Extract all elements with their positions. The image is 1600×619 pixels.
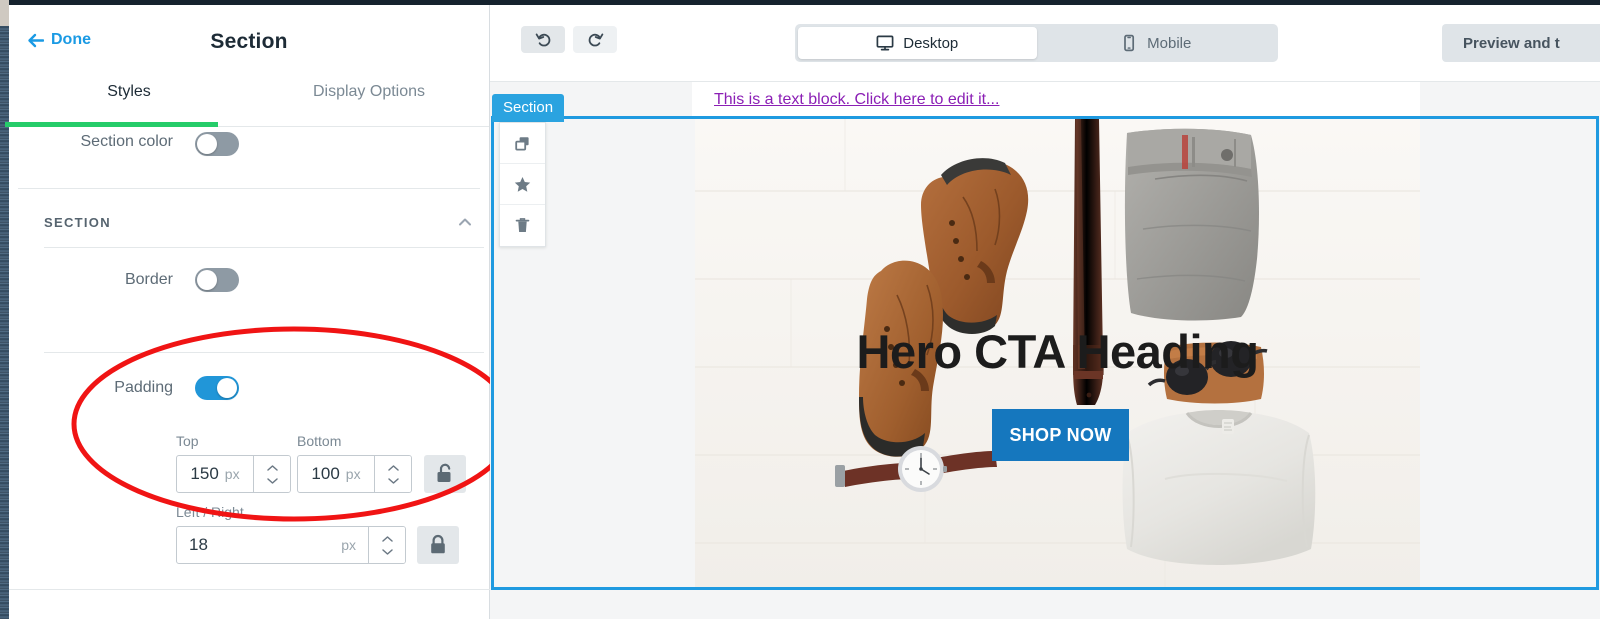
padding-bottom-stepper[interactable]: 100 px [297,455,412,493]
tab-styles[interactable]: Styles [9,80,249,127]
section-badge[interactable]: Section [492,94,565,122]
device-option-desktop[interactable]: Desktop [798,27,1037,59]
padding-top-label: Top [176,433,199,449]
border-label: Border [124,271,173,288]
trousers [1124,128,1259,321]
padding-label: Padding [114,379,173,396]
section-float-toolbar [499,122,546,247]
hero-heading[interactable]: Hero CTA Heading [695,324,1420,379]
delete-section-button[interactable] [500,205,545,246]
padding-bottom-value: 100 [311,464,340,483]
editor-toolbar: Desktop Mobile Preview and t [490,5,1600,82]
border-toggle[interactable] [195,268,239,292]
device-option-mobile-label: Mobile [1147,34,1192,52]
page-canvas: This is a text block. Click here to edit… [490,82,1600,619]
section-color-toggle[interactable] [195,132,239,156]
device-option-mobile[interactable]: Mobile [1037,27,1276,59]
padding-left-right-label: Left / Right [176,504,244,520]
padding-top-input[interactable]: 150 px [177,456,253,492]
divider [9,589,490,590]
trash-icon [515,218,530,232]
phone-icon [1124,34,1135,52]
favorite-section-button[interactable] [500,164,545,205]
chevron-down-icon[interactable] [266,477,279,485]
monitor-icon [876,35,894,51]
padding-top-stepper[interactable]: 150 px [176,455,291,493]
preview-and-test-button[interactable]: Preview and t [1442,24,1600,62]
padding-left-right-lock-button[interactable] [417,526,459,564]
active-tab-indicator [5,122,218,127]
redo-button[interactable] [573,26,617,53]
section-group-title: SECTION [44,214,111,230]
toggle-knob [197,134,217,154]
padding-bottom-label: Bottom [297,433,342,449]
hero-cta-label: SHOP NOW [1009,424,1112,445]
toggle-knob [197,270,217,290]
padding-bottom-unit: px [345,466,361,482]
section-settings-panel: Done Section Styles Display Options Sect… [5,5,517,619]
undo-icon [535,33,550,47]
star-icon [514,176,531,192]
hero-cta-button[interactable]: SHOP NOW [992,409,1129,461]
padding-top-value: 150 [190,464,219,483]
chevron-down-icon[interactable] [387,477,400,485]
unlock-icon [437,463,451,482]
padding-left-right-unit: px [341,537,356,553]
padding-bottom-input[interactable]: 100 px [298,456,374,492]
divider [44,247,484,248]
padding-top-unit: px [224,466,240,482]
tab-display-options-label: Display Options [312,83,426,100]
duplicate-icon [515,136,529,150]
padding-top-spinner[interactable] [253,456,290,492]
chevron-up-icon[interactable] [456,213,474,231]
page-title: Section [210,30,288,53]
hero-image-block[interactable]: Hero CTA Heading SHOP NOW [695,119,1420,587]
duplicate-section-button[interactable] [500,123,545,164]
panel-tabs: Styles Display Options [5,80,489,127]
padding-left-right-spinner[interactable] [368,527,405,563]
text-block-link[interactable]: This is a text block. Click here to edit… [714,91,999,109]
padding-top-bottom-lock-button[interactable] [424,455,466,493]
redo-icon [588,33,603,47]
undo-button[interactable] [521,26,565,53]
panel-header: Done Section [9,5,489,80]
desktop-wallpaper-edge [0,0,9,619]
page-editor: Desktop Mobile Preview and t This is a t… [490,5,1600,619]
divider [44,352,484,353]
divider [18,188,480,189]
preview-and-test-label: Preview and t [1463,34,1560,52]
undo-redo-group [521,26,617,53]
chevron-up-icon[interactable] [266,464,279,472]
tshirt [1122,410,1316,565]
padding-bottom-spinner[interactable] [374,456,411,492]
padding-left-right-stepper[interactable]: 18 px [176,526,406,564]
chevron-down-icon[interactable] [381,548,394,556]
chevron-up-icon[interactable] [387,464,400,472]
desktop-wallpaper-top [0,0,9,26]
toggle-knob [217,378,237,398]
padding-left-right-input[interactable]: 18 px [177,527,368,563]
device-preview-switch: Desktop Mobile [795,24,1278,62]
chevron-up-icon[interactable] [381,535,394,543]
section-group-header[interactable]: SECTION [44,213,474,231]
device-option-desktop-label: Desktop [903,34,959,52]
tab-styles-label: Styles [107,83,151,100]
section-color-label: Section color [80,133,174,150]
annotation-ellipse [71,326,517,522]
tab-display-options[interactable]: Display Options [249,80,489,127]
lock-icon [431,534,445,554]
padding-left-right-value: 18 [189,535,208,554]
padding-toggle[interactable] [195,376,239,400]
